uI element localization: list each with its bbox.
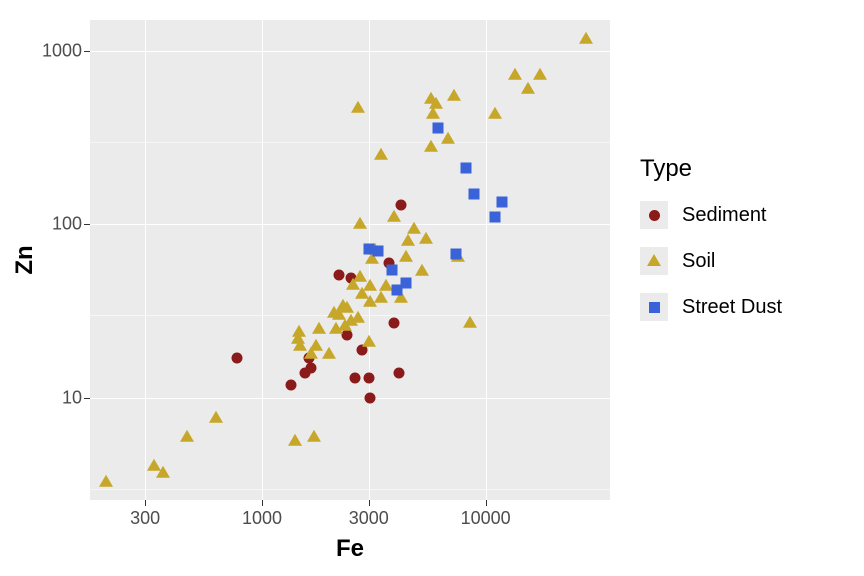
x-tick-label: 10000: [461, 508, 511, 529]
gridline-vertical: [486, 20, 487, 500]
data-point: [292, 325, 306, 337]
data-point: [374, 148, 388, 160]
data-point: [374, 290, 388, 302]
data-point: [180, 430, 194, 442]
data-point: [400, 278, 411, 289]
data-point: [441, 132, 455, 144]
data-point: [309, 339, 323, 351]
data-point: [372, 246, 383, 257]
x-tick-mark: [486, 500, 487, 506]
gridline-horizontal: [90, 224, 610, 225]
x-tick-label: 3000: [349, 508, 389, 529]
data-point: [401, 234, 415, 246]
y-tick-label: 10: [62, 388, 82, 409]
y-tick-label: 100: [52, 214, 82, 235]
data-point: [365, 393, 376, 404]
legend-key-sediment: [640, 201, 668, 229]
data-point: [424, 140, 438, 152]
legend-key-streetdust: [640, 293, 668, 321]
legend-item-sediment: Sediment: [640, 201, 782, 229]
data-point: [429, 97, 443, 109]
gridline-horizontal: [90, 398, 610, 399]
data-point: [322, 347, 336, 359]
data-point: [231, 353, 242, 364]
x-tick-label: 300: [130, 508, 160, 529]
gridline-vertical: [145, 20, 146, 500]
legend-title: Type: [640, 155, 782, 183]
data-point: [533, 68, 547, 80]
data-point: [579, 32, 593, 44]
data-point: [419, 231, 433, 243]
triangle-icon: [647, 254, 661, 266]
data-point: [396, 199, 407, 210]
data-point: [387, 210, 401, 222]
data-point: [362, 335, 376, 347]
data-point: [386, 264, 397, 275]
data-point: [353, 217, 367, 229]
data-point: [394, 367, 405, 378]
data-point: [351, 100, 365, 112]
y-tick-mark: [84, 51, 90, 52]
data-point: [488, 107, 502, 119]
gridline-horizontal: [90, 51, 610, 52]
data-point: [521, 82, 535, 94]
data-point: [351, 311, 365, 323]
data-point: [447, 89, 461, 101]
gridline-vertical: [262, 20, 263, 500]
square-icon: [649, 302, 660, 313]
y-axis-title: Zn: [11, 245, 39, 274]
legend-item-streetdust: Street Dust: [640, 293, 782, 321]
data-point: [99, 475, 113, 487]
data-point: [209, 411, 223, 423]
x-tick-mark: [145, 500, 146, 506]
data-point: [288, 434, 302, 446]
legend-item-soil: Soil: [640, 247, 782, 275]
legend-label-streetdust: Street Dust: [682, 296, 782, 319]
y-tick-label: 1000: [42, 40, 82, 61]
y-tick-mark: [84, 224, 90, 225]
gridline-horizontal: [90, 142, 610, 143]
data-point: [489, 212, 500, 223]
data-point: [415, 264, 429, 276]
data-point: [389, 318, 400, 329]
legend-key-soil: [640, 247, 668, 275]
data-point: [307, 430, 321, 442]
legend-label-soil: Soil: [682, 250, 715, 273]
data-point: [469, 188, 480, 199]
data-point: [451, 248, 462, 259]
data-point: [363, 373, 374, 384]
legend-label-sediment: Sediment: [682, 204, 767, 227]
data-point: [312, 322, 326, 334]
plot-panel: [90, 20, 610, 500]
data-point: [461, 163, 472, 174]
x-tick-mark: [262, 500, 263, 506]
data-point: [349, 373, 360, 384]
x-tick-mark: [369, 500, 370, 506]
x-axis-title: Fe: [336, 535, 364, 563]
circle-icon: [649, 210, 660, 221]
data-point: [496, 196, 507, 207]
chart-container: Fe Zn Type Sediment Soil Street Dust 300…: [0, 0, 864, 576]
gridline-horizontal: [90, 489, 610, 490]
data-point: [399, 250, 413, 262]
legend: Type Sediment Soil Street Dust: [640, 155, 782, 339]
data-point: [432, 122, 443, 133]
y-tick-mark: [84, 398, 90, 399]
data-point: [286, 379, 297, 390]
data-point: [508, 68, 522, 80]
data-point: [156, 466, 170, 478]
data-point: [333, 270, 344, 281]
x-tick-label: 1000: [242, 508, 282, 529]
data-point: [463, 316, 477, 328]
data-point: [305, 362, 316, 373]
